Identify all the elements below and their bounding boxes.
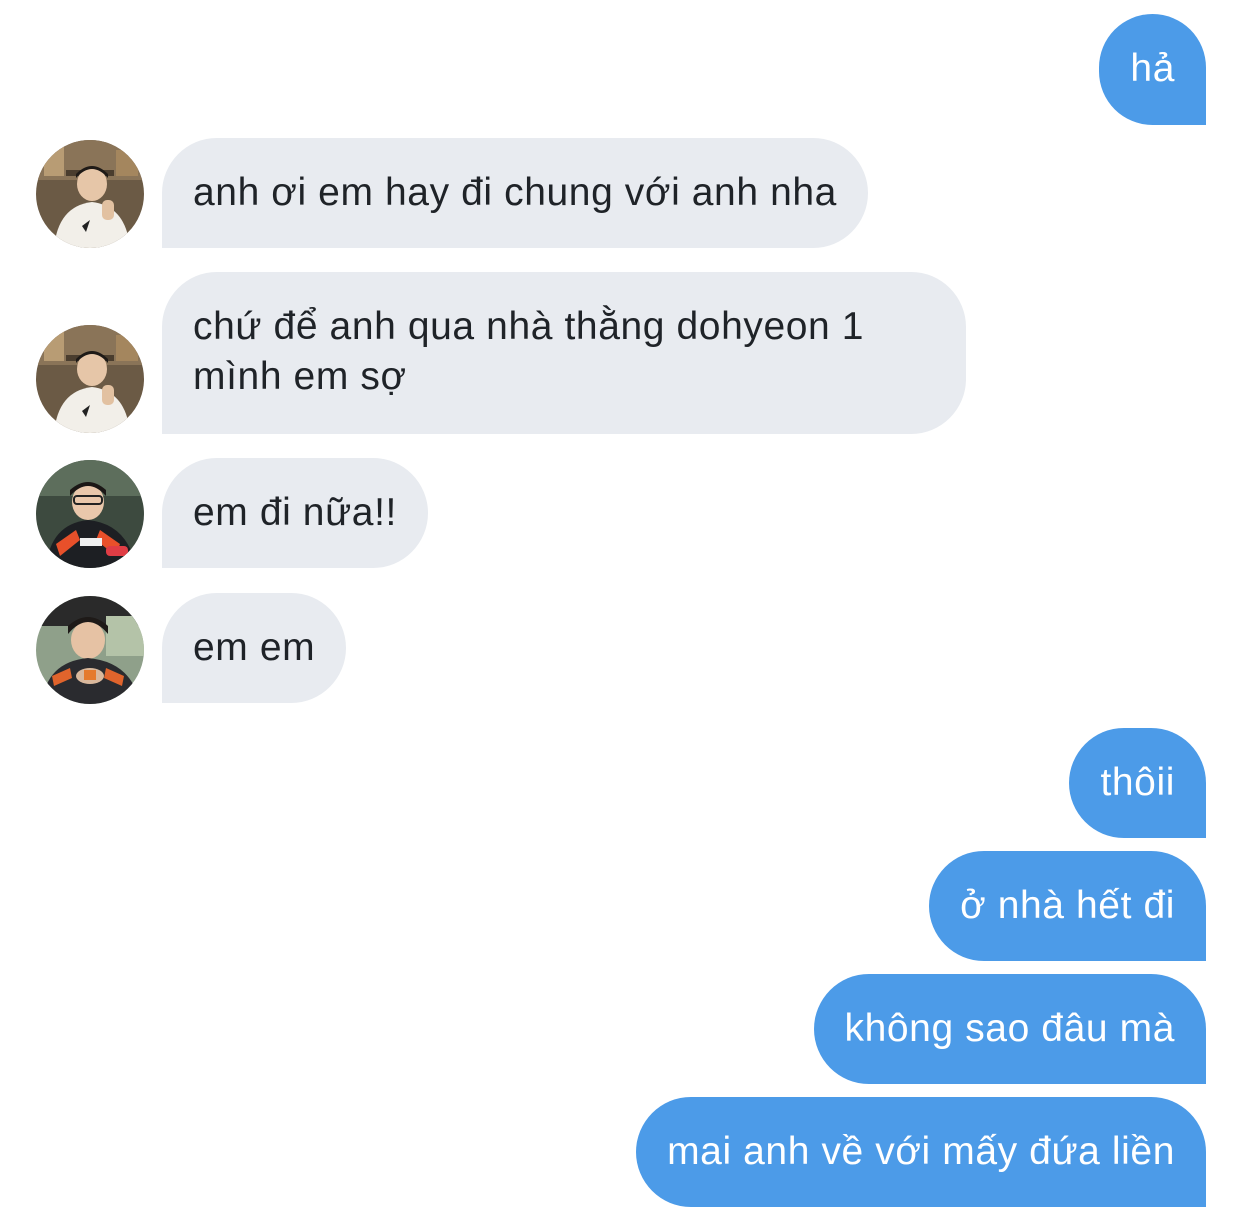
message-text: em em (193, 626, 316, 669)
message-text: anh ơi em hay đi chung với anh nha (193, 171, 837, 214)
profile-photo-icon (36, 140, 144, 248)
incoming-message-bubble[interactable]: em đi nữa!! (162, 458, 428, 568)
incoming-message-bubble[interactable]: em em (162, 593, 347, 703)
outgoing-message-bubble[interactable]: ở nhà hết đi (929, 851, 1206, 961)
outgoing-message-bubble[interactable]: mai anh về với mấy đứa liền (636, 1097, 1206, 1207)
outgoing-message-bubble[interactable]: không sao đâu mà (813, 974, 1206, 1084)
outgoing-message-bubble[interactable]: thôii (1069, 728, 1206, 838)
profile-photo-icon (36, 596, 144, 704)
outgoing-message-bubble[interactable]: hả (1099, 14, 1206, 125)
profile-photo-icon (36, 460, 144, 568)
message-text: ở nhà hết đi (960, 884, 1175, 927)
message-text: chứ để anh qua nhà thằng dohyeon 1 mình … (193, 305, 865, 398)
sender-avatar[interactable] (36, 140, 144, 248)
incoming-message-bubble[interactable]: anh ơi em hay đi chung với anh nha (162, 138, 868, 248)
profile-photo-icon (36, 325, 144, 433)
sender-avatar[interactable] (36, 325, 144, 433)
message-text: không sao đâu mà (844, 1007, 1175, 1050)
sender-avatar[interactable] (36, 596, 144, 704)
message-text: em đi nữa!! (193, 491, 397, 534)
message-text: mai anh về với mấy đứa liền (667, 1130, 1175, 1173)
sender-avatar[interactable] (36, 460, 144, 568)
incoming-message-bubble[interactable]: chứ để anh qua nhà thằng dohyeon 1 mình … (162, 272, 966, 434)
message-text: thôii (1100, 761, 1175, 804)
message-text: hả (1130, 47, 1175, 90)
